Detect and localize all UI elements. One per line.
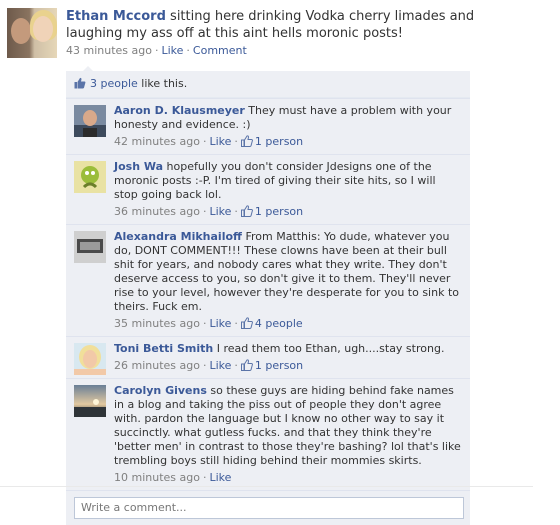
commenter-name-link[interactable]: Josh Wa <box>114 160 163 173</box>
meta-separator: · <box>202 135 207 148</box>
comment-text-block: Aaron D. Klausmeyer They must have a pro… <box>114 104 462 132</box>
likers-link[interactable]: 3 people <box>90 77 138 90</box>
thumbs-up-icon <box>240 359 253 371</box>
comment-meta: 35 minutes ago · Like · 4 people <box>114 317 462 331</box>
thumbs-up-icon <box>240 317 253 329</box>
comment-item: Toni Betti Smith I read them too Ethan, … <box>66 336 470 378</box>
commenter-avatar[interactable] <box>74 343 106 375</box>
meta-separator: · <box>202 471 207 484</box>
comment-text-block: Toni Betti Smith I read them too Ethan, … <box>114 342 462 356</box>
story-text-block: Ethan Mccord sitting here drinking Vodka… <box>66 8 506 42</box>
story-divider <box>0 486 533 487</box>
comment-likers-link[interactable]: 1 person <box>255 205 303 218</box>
likes-suffix: like this. <box>141 77 188 90</box>
comment-item: Josh Wa hopefully you don't consider Jde… <box>66 154 470 224</box>
commenter-name-link[interactable]: Carolyn Givens <box>114 384 207 397</box>
comment-timestamp: 35 minutes ago <box>114 317 200 330</box>
commenter-avatar[interactable] <box>74 231 106 263</box>
story-comment-link[interactable]: Comment <box>193 44 247 57</box>
comment-text-block: Josh Wa hopefully you don't consider Jde… <box>114 160 462 202</box>
comment-like-link[interactable]: Like <box>209 317 231 330</box>
meta-separator: · <box>154 44 159 57</box>
comment-text-block: Carolyn Givens so these guys are hiding … <box>114 384 462 468</box>
thumbs-up-icon <box>240 135 253 147</box>
meta-separator: · <box>234 205 238 218</box>
commenter-avatar[interactable] <box>74 385 106 417</box>
meta-separator: · <box>234 317 238 330</box>
comment-timestamp: 26 minutes ago <box>114 359 200 372</box>
comment-like-link[interactable]: Like <box>209 205 231 218</box>
comment-like-link[interactable]: Like <box>209 359 231 372</box>
comment-likers-link[interactable]: 4 people <box>255 317 303 330</box>
meta-separator: · <box>202 359 207 372</box>
comment-meta: 26 minutes ago · Like · 1 person <box>114 359 462 373</box>
comment-timestamp: 36 minutes ago <box>114 205 200 218</box>
comment-message: I read them too Ethan, ugh....stay stron… <box>216 342 445 355</box>
comment-timestamp: 42 minutes ago <box>114 135 200 148</box>
comment-likers-link[interactable]: 1 person <box>255 359 303 372</box>
comment-item: Alexandra Mikhailoff From Matthis: Yo du… <box>66 224 470 336</box>
comment-like-link[interactable]: Like <box>209 471 231 484</box>
comment-message: hopefully you don't consider Jdesigns on… <box>114 160 436 201</box>
meta-separator: · <box>202 205 207 218</box>
thumbs-up-icon <box>74 77 86 89</box>
feedback-box: 3 people like this. Aaron D. Klausmeyer … <box>66 66 470 525</box>
comment-item: Aaron D. Klausmeyer They must have a pro… <box>66 98 470 154</box>
comment-composer: Write a comment... <box>66 490 470 525</box>
write-comment-input[interactable]: Write a comment... <box>74 497 464 519</box>
story-timestamp[interactable]: 43 minutes ago <box>66 44 152 57</box>
comment-likers-link[interactable]: 1 person <box>255 135 303 148</box>
commenter-name-link[interactable]: Aaron D. Klausmeyer <box>114 104 245 117</box>
commenter-name-link[interactable]: Alexandra Mikhailoff <box>114 230 242 243</box>
story-like-link[interactable]: Like <box>161 44 183 57</box>
comment-meta: 10 minutes ago · Like <box>114 471 462 485</box>
comment-meta: 36 minutes ago · Like · 1 person <box>114 205 462 219</box>
thumbs-up-icon <box>240 205 253 217</box>
meta-separator: · <box>202 317 207 330</box>
author-name-link[interactable]: Ethan Mccord <box>66 9 166 24</box>
meta-separator: · <box>234 359 238 372</box>
commenter-avatar[interactable] <box>74 105 106 137</box>
comment-meta: 42 minutes ago · Like · 1 person <box>114 135 462 149</box>
comment-text-block: Alexandra Mikhailoff From Matthis: Yo du… <box>114 230 462 314</box>
comment-like-link[interactable]: Like <box>209 135 231 148</box>
story-meta: 43 minutes ago · Like · Comment <box>66 44 506 57</box>
comment-timestamp: 10 minutes ago <box>114 471 200 484</box>
meta-separator: · <box>186 44 190 57</box>
comment-item: Carolyn Givens so these guys are hiding … <box>66 378 470 490</box>
author-avatar[interactable] <box>7 8 57 58</box>
likes-summary: 3 people like this. <box>66 71 470 98</box>
commenter-avatar[interactable] <box>74 161 106 193</box>
commenter-name-link[interactable]: Toni Betti Smith <box>114 342 213 355</box>
meta-separator: · <box>234 135 238 148</box>
story-body: Ethan Mccord sitting here drinking Vodka… <box>66 8 506 57</box>
